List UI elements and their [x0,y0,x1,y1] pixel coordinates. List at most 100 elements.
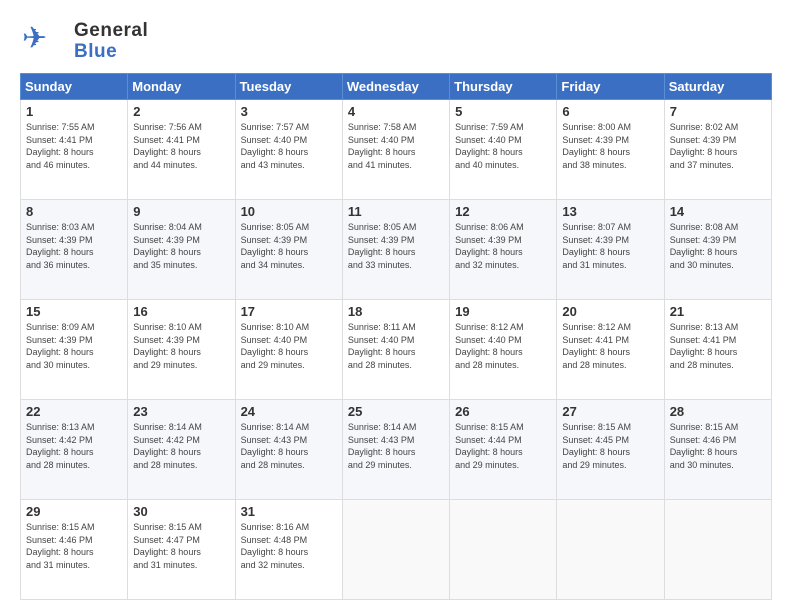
logo-graphic: ✈ [20,16,64,65]
day-cell: 27 Sunrise: 8:15 AM Sunset: 4:45 PM Dayli… [557,400,664,500]
calendar: SundayMondayTuesdayWednesdayThursdayFrid… [20,73,772,600]
day-number: 26 [455,404,551,419]
day-number: 15 [26,304,122,319]
day-cell: 21Sunrise: 8:13 AM Sunset: 4:41 PM Dayli… [664,300,771,400]
day-info: Sunrise: 8:03 AM Sunset: 4:39 PM Dayligh… [26,221,122,271]
day-cell: 17 Sunrise: 8:10 AM Sunset: 4:40 PM Dayli… [235,300,342,400]
day-cell: 3Sunrise: 7:57 AM Sunset: 4:40 PM Daylig… [235,100,342,200]
day-number: 1 [26,104,122,119]
day-number: 27 [562,404,658,419]
day-number: 31 [241,504,337,519]
day-cell: 22 Sunrise: 8:13 AM Sunset: 4:42 PM Dayli… [21,400,128,500]
day-number: 22 [26,404,122,419]
day-number: 10 [241,204,337,219]
col-header-friday: Friday [557,74,664,100]
logo-name-block: General Blue [74,20,148,61]
day-number: 2 [133,104,229,119]
day-info: Sunrise: 8:12 AM Sunset: 4:40 PM Dayligh… [455,321,551,371]
svg-text:✈: ✈ [22,22,47,55]
header: ✈ General Blue [20,16,772,65]
day-cell: 11Sunrise: 8:05 AM Sunset: 4:39 PM Dayli… [342,200,449,300]
day-cell: 7 Sunrise: 8:02 AM Sunset: 4:39 PM Daylig… [664,100,771,200]
day-info: Sunrise: 7:57 AM Sunset: 4:40 PM Dayligh… [241,121,337,171]
calendar-header-row: SundayMondayTuesdayWednesdayThursdayFrid… [21,74,772,100]
day-number: 11 [348,204,444,219]
day-info: Sunrise: 8:15 AM Sunset: 4:46 PM Dayligh… [670,421,766,471]
col-header-wednesday: Wednesday [342,74,449,100]
day-info: Sunrise: 8:15 AM Sunset: 4:46 PM Dayligh… [26,521,122,571]
col-header-saturday: Saturday [664,74,771,100]
day-number: 14 [670,204,766,219]
day-cell: 6Sunrise: 8:00 AM Sunset: 4:39 PM Daylig… [557,100,664,200]
day-number: 18 [348,304,444,319]
day-cell: 20Sunrise: 8:12 AM Sunset: 4:41 PM Dayli… [557,300,664,400]
day-number: 5 [455,104,551,119]
day-cell: 1 Sunrise: 7:55 AM Sunset: 4:41 PM Daylig… [21,100,128,200]
col-header-thursday: Thursday [450,74,557,100]
day-number: 8 [26,204,122,219]
day-cell: 8 Sunrise: 8:03 AM Sunset: 4:39 PM Daylig… [21,200,128,300]
day-info: Sunrise: 7:59 AM Sunset: 4:40 PM Dayligh… [455,121,551,171]
day-number: 19 [455,304,551,319]
day-cell [342,500,449,600]
day-number: 20 [562,304,658,319]
day-info: Sunrise: 8:04 AM Sunset: 4:39 PM Dayligh… [133,221,229,271]
day-cell: 9 Sunrise: 8:04 AM Sunset: 4:39 PM Daylig… [128,200,235,300]
logo-general-text: General [74,20,148,41]
day-info: Sunrise: 7:58 AM Sunset: 4:40 PM Dayligh… [348,121,444,171]
day-info: Sunrise: 8:05 AM Sunset: 4:39 PM Dayligh… [241,221,337,271]
day-info: Sunrise: 8:02 AM Sunset: 4:39 PM Dayligh… [670,121,766,171]
logo-blue-text: Blue [74,42,148,61]
page: ✈ General Blue SundayMondayTuesdayWednes… [0,0,792,612]
day-cell: 4 Sunrise: 7:58 AM Sunset: 4:40 PM Daylig… [342,100,449,200]
day-number: 7 [670,104,766,119]
day-info: Sunrise: 8:15 AM Sunset: 4:47 PM Dayligh… [133,521,229,571]
day-number: 23 [133,404,229,419]
week-row-1: 1 Sunrise: 7:55 AM Sunset: 4:41 PM Daylig… [21,100,772,200]
day-info: Sunrise: 8:10 AM Sunset: 4:39 PM Dayligh… [133,321,229,371]
day-cell: 23Sunrise: 8:14 AM Sunset: 4:42 PM Dayli… [128,400,235,500]
day-cell: 28 Sunrise: 8:15 AM Sunset: 4:46 PM Dayli… [664,400,771,500]
day-cell: 24 Sunrise: 8:14 AM Sunset: 4:43 PM Dayli… [235,400,342,500]
day-info: Sunrise: 8:10 AM Sunset: 4:40 PM Dayligh… [241,321,337,371]
day-info: Sunrise: 7:55 AM Sunset: 4:41 PM Dayligh… [26,121,122,171]
week-row-2: 8 Sunrise: 8:03 AM Sunset: 4:39 PM Daylig… [21,200,772,300]
week-row-4: 22 Sunrise: 8:13 AM Sunset: 4:42 PM Dayli… [21,400,772,500]
day-cell: 31 Sunrise: 8:16 AM Sunset: 4:48 PM Dayli… [235,500,342,600]
day-info: Sunrise: 8:11 AM Sunset: 4:40 PM Dayligh… [348,321,444,371]
day-cell: 12Sunrise: 8:06 AM Sunset: 4:39 PM Dayli… [450,200,557,300]
day-number: 28 [670,404,766,419]
col-header-monday: Monday [128,74,235,100]
day-info: Sunrise: 8:13 AM Sunset: 4:41 PM Dayligh… [670,321,766,371]
day-info: Sunrise: 8:15 AM Sunset: 4:45 PM Dayligh… [562,421,658,471]
day-cell: 30 Sunrise: 8:15 AM Sunset: 4:47 PM Dayli… [128,500,235,600]
day-info: Sunrise: 8:14 AM Sunset: 4:43 PM Dayligh… [241,421,337,471]
day-cell: 25Sunrise: 8:14 AM Sunset: 4:43 PM Dayli… [342,400,449,500]
logo: ✈ General Blue [20,16,148,65]
day-info: Sunrise: 7:56 AM Sunset: 4:41 PM Dayligh… [133,121,229,171]
week-row-5: 29Sunrise: 8:15 AM Sunset: 4:46 PM Dayli… [21,500,772,600]
day-info: Sunrise: 8:13 AM Sunset: 4:42 PM Dayligh… [26,421,122,471]
day-cell: 14Sunrise: 8:08 AM Sunset: 4:39 PM Dayli… [664,200,771,300]
day-cell: 19 Sunrise: 8:12 AM Sunset: 4:40 PM Dayli… [450,300,557,400]
day-number: 30 [133,504,229,519]
day-cell: 16 Sunrise: 8:10 AM Sunset: 4:39 PM Dayli… [128,300,235,400]
day-cell: 10 Sunrise: 8:05 AM Sunset: 4:39 PM Dayli… [235,200,342,300]
day-cell: 18 Sunrise: 8:11 AM Sunset: 4:40 PM Dayli… [342,300,449,400]
week-row-3: 15 Sunrise: 8:09 AM Sunset: 4:39 PM Dayli… [21,300,772,400]
day-number: 24 [241,404,337,419]
logo-svg: ✈ [20,16,64,60]
day-info: Sunrise: 8:16 AM Sunset: 4:48 PM Dayligh… [241,521,337,571]
day-info: Sunrise: 8:09 AM Sunset: 4:39 PM Dayligh… [26,321,122,371]
day-number: 9 [133,204,229,219]
day-info: Sunrise: 8:15 AM Sunset: 4:44 PM Dayligh… [455,421,551,471]
day-number: 17 [241,304,337,319]
day-info: Sunrise: 8:14 AM Sunset: 4:43 PM Dayligh… [348,421,444,471]
day-number: 13 [562,204,658,219]
day-number: 4 [348,104,444,119]
day-cell [557,500,664,600]
day-cell: 15 Sunrise: 8:09 AM Sunset: 4:39 PM Dayli… [21,300,128,400]
day-number: 16 [133,304,229,319]
day-number: 12 [455,204,551,219]
day-cell: 26 Sunrise: 8:15 AM Sunset: 4:44 PM Dayli… [450,400,557,500]
